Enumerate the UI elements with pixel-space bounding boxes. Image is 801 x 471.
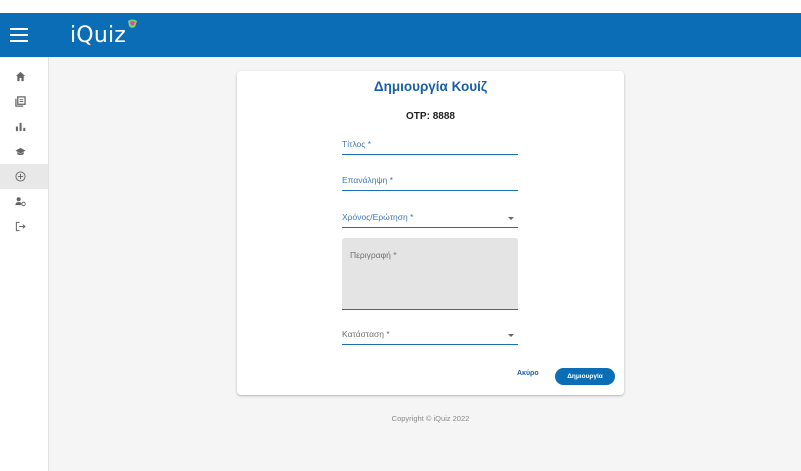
chevron-down-icon [508, 217, 514, 220]
sidebar-item-courses[interactable] [0, 139, 48, 164]
logout-icon [15, 221, 26, 232]
chevron-down-icon [508, 334, 514, 337]
app-bar: iQuiz [0, 13, 801, 57]
status-field-label: Κατάσταση * [342, 329, 390, 339]
title-field[interactable]: Τίτλος * [342, 137, 518, 155]
repeat-field[interactable]: Επανάληψη * [342, 173, 518, 191]
sidebar-item-manage-users[interactable] [0, 189, 48, 214]
menu-icon[interactable] [10, 13, 46, 57]
app-title: iQuiz [70, 22, 127, 48]
library-icon [15, 96, 26, 107]
graduation-cap-icon [15, 147, 26, 156]
sidebar-item-logout[interactable] [0, 214, 48, 239]
copyright-text: Copyright © iQuiz 2022 [391, 414, 470, 423]
status-select[interactable]: Κατάσταση * [342, 327, 518, 345]
main-content: Δημιουργία Κουίζ OTP: 8888 Τίτλος * Επαν… [49, 57, 801, 471]
description-field-label: Περιγραφή * [350, 250, 397, 260]
home-icon [15, 71, 26, 82]
title-field-label: Τίτλος * [342, 139, 372, 149]
sidebar [0, 57, 49, 471]
cancel-button[interactable]: Ακύρο [517, 370, 539, 377]
time-per-question-label: Χρόνος/Ερώτηση * [342, 212, 414, 222]
app-logo[interactable]: iQuiz [70, 19, 138, 48]
create-button[interactable]: Δημιουργία [555, 368, 615, 385]
otp-code: OTP: 8888 [406, 111, 455, 122]
create-quiz-card: Δημιουργία Κουίζ OTP: 8888 Τίτλος * Επαν… [237, 71, 624, 395]
sidebar-item-library[interactable] [0, 89, 48, 114]
sidebar-item-create-quiz[interactable] [0, 164, 48, 189]
repeat-field-label: Επανάληψη * [342, 175, 393, 185]
logo-mark-icon [128, 19, 138, 28]
sidebar-item-home[interactable] [0, 64, 48, 89]
time-per-question-select[interactable]: Χρόνος/Ερώτηση * [342, 210, 518, 228]
page-title: Δημιουργία Κουίζ [373, 79, 488, 94]
manage-accounts-icon [15, 197, 26, 207]
sidebar-item-statistics[interactable] [0, 114, 48, 139]
add-circle-icon [15, 171, 26, 182]
bar-chart-icon [15, 122, 26, 132]
description-field[interactable]: Περιγραφή * [342, 238, 518, 310]
